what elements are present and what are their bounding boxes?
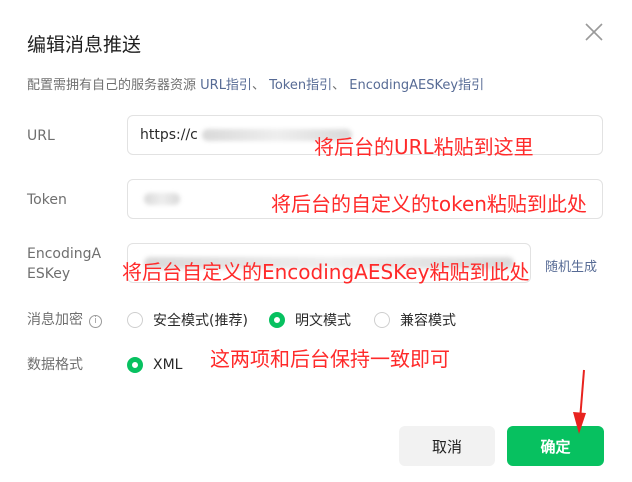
random-generate-link[interactable]: 随机生成	[545, 256, 597, 275]
cancel-button[interactable]: 取消	[399, 426, 495, 466]
url-value: https://c	[140, 127, 198, 143]
description-text: 配置需拥有自己的服务器资源	[27, 78, 201, 93]
close-icon[interactable]	[582, 20, 606, 44]
radio-label: 安全模式(推荐)	[153, 313, 248, 329]
radio-label: 明文模式	[295, 313, 351, 329]
token-label: Token	[27, 192, 67, 208]
radio-safe-mode[interactable]: 安全模式(推荐)	[127, 310, 248, 330]
radio-label: 兼容模式	[400, 313, 456, 329]
link-separator: 、	[251, 78, 265, 93]
radio-compat-mode[interactable]: 兼容模式	[374, 310, 456, 330]
url-guide-link[interactable]: URL指引	[200, 78, 252, 93]
annotation-url: 将后台的URL粘贴到这里	[314, 135, 534, 159]
format-label: 数据格式	[27, 357, 83, 373]
url-label: URL	[27, 128, 55, 144]
token-guide-link[interactable]: Token指引	[269, 78, 332, 93]
encrypt-label-row: 消息加密 i	[27, 310, 102, 330]
radio-circle-checked	[127, 357, 143, 373]
radio-plain-mode[interactable]: 明文模式	[269, 310, 351, 330]
radio-circle	[374, 312, 390, 328]
link-separator: 、	[332, 78, 346, 93]
radio-circle	[127, 312, 143, 328]
radio-xml[interactable]: XML	[127, 357, 182, 373]
aeskey-label: EncodingAESKey	[27, 246, 102, 282]
radio-label: XML	[153, 357, 183, 373]
annotation-consistency: 这两项和后台保持一致即可	[210, 347, 450, 371]
encrypt-label: 消息加密	[27, 312, 83, 328]
dialog-title: 编辑消息推送	[27, 34, 142, 56]
annotation-arrow-icon	[573, 369, 586, 434]
redacted-mask	[144, 193, 180, 205]
dialog-description: 配置需拥有自己的服务器资源 URL指引、 Token指引、 EncodingAE…	[27, 74, 484, 93]
aeskey-guide-link[interactable]: EncodingAESKey指引	[349, 78, 484, 93]
confirm-button[interactable]: 确定	[507, 426, 604, 466]
annotation-token: 将后台的自定义的token粘贴到此处	[271, 192, 587, 216]
annotation-aeskey: 将后台自定义的EncodingAESKey粘贴到此处	[122, 260, 530, 284]
edit-message-push-dialog: 编辑消息推送 配置需拥有自己的服务器资源 URL指引、 Token指引、 Enc…	[0, 0, 632, 482]
radio-circle-checked	[269, 312, 285, 328]
info-circle-icon[interactable]: i	[89, 315, 102, 328]
